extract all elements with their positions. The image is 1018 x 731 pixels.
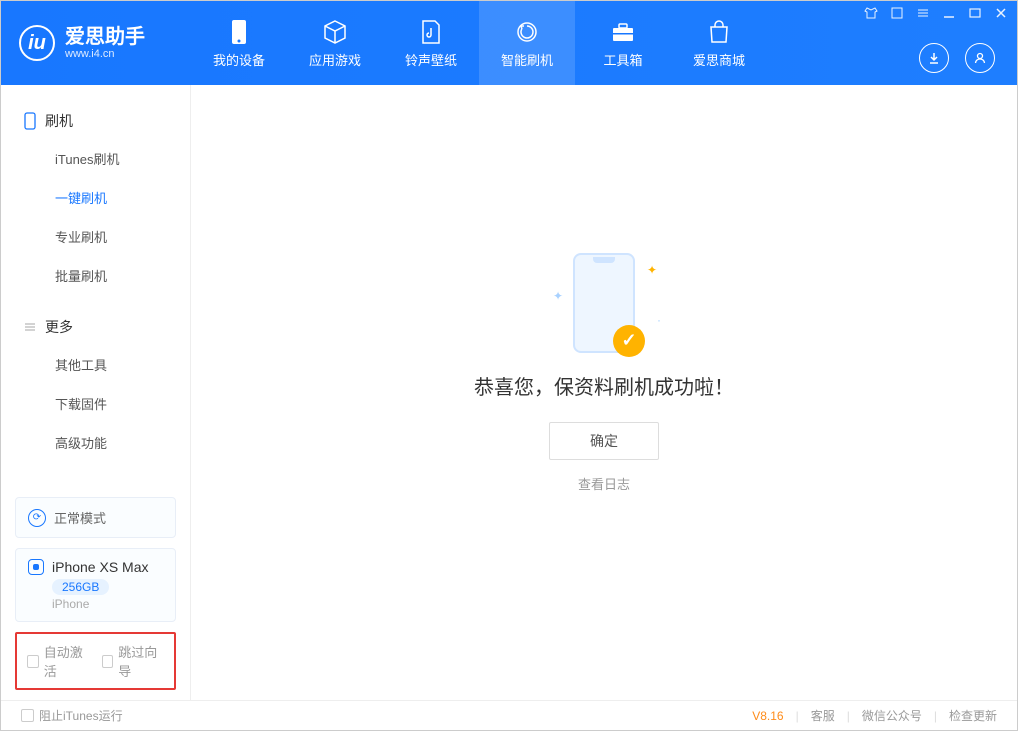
checkbox-icon xyxy=(102,655,114,668)
nav-store[interactable]: 爱思商城 xyxy=(671,1,767,85)
sidebar: 刷机 iTunes刷机 一键刷机 专业刷机 批量刷机 更多 其他工具 下载固件 … xyxy=(1,85,191,700)
separator: | xyxy=(934,709,937,723)
mode-label: 正常模式 xyxy=(54,508,106,527)
checkbox-icon xyxy=(27,655,39,668)
main-content: ✓ ✦ ✦ · 恭喜您，保资料刷机成功啦！ 确定 查看日志 xyxy=(191,85,1017,700)
version-label: V8.16 xyxy=(752,709,783,723)
logo-text: 爱思助手 www.i4.cn xyxy=(65,26,145,60)
list-icon[interactable] xyxy=(915,5,931,21)
sparkle-icon: · xyxy=(657,313,661,327)
checkbox-label: 阻止iTunes运行 xyxy=(39,707,123,724)
sparkle-icon: ✦ xyxy=(553,289,563,303)
flash-options-highlight: 自动激活 跳过向导 xyxy=(15,632,176,690)
music-file-icon xyxy=(417,18,445,46)
checkbox-auto-activate[interactable]: 自动激活 xyxy=(27,642,90,680)
download-icon[interactable] xyxy=(919,43,949,73)
sidebar-item-batch-flash[interactable]: 批量刷机 xyxy=(1,256,190,295)
mode-icon: ⟳ xyxy=(28,509,46,527)
device-info-box[interactable]: iPhone XS Max 256GB iPhone xyxy=(15,548,176,622)
nav-label: 爱思商城 xyxy=(693,50,745,69)
success-message: 恭喜您，保资料刷机成功啦！ xyxy=(474,371,734,400)
separator: | xyxy=(796,709,799,723)
minimize-button[interactable] xyxy=(941,5,957,21)
footer-right: V8.16 | 客服 | 微信公众号 | 检查更新 xyxy=(752,707,997,724)
app-subtitle: www.i4.cn xyxy=(65,48,145,60)
phone-icon xyxy=(225,18,253,46)
nav-label: 铃声壁纸 xyxy=(405,50,457,69)
nav-my-device[interactable]: 我的设备 xyxy=(191,1,287,85)
app-title: 爱思助手 xyxy=(65,26,145,48)
refresh-gear-icon xyxy=(513,18,541,46)
link-customer-service[interactable]: 客服 xyxy=(811,707,835,724)
checkbox-block-itunes[interactable]: 阻止iTunes运行 xyxy=(21,707,123,724)
phone-notch xyxy=(593,257,615,263)
app-header: iu 爱思助手 www.i4.cn 我的设备 应用游戏 铃声壁纸 智能刷机 工具… xyxy=(1,1,1017,85)
cube-icon xyxy=(321,18,349,46)
window-controls xyxy=(863,5,1009,21)
nav-label: 智能刷机 xyxy=(501,50,553,69)
shopping-bag-icon xyxy=(705,18,733,46)
nav-toolbox[interactable]: 工具箱 xyxy=(575,1,671,85)
briefcase-icon xyxy=(609,18,637,46)
link-wechat[interactable]: 微信公众号 xyxy=(862,707,922,724)
link-check-update[interactable]: 检查更新 xyxy=(949,707,997,724)
sidebar-group-more: 更多 xyxy=(1,309,190,345)
view-log-link[interactable]: 查看日志 xyxy=(578,474,630,493)
success-illustration: ✓ ✦ ✦ · xyxy=(573,253,635,353)
sidebar-group-flash: 刷机 xyxy=(1,103,190,139)
nav-ringtones-wallpapers[interactable]: 铃声壁纸 xyxy=(383,1,479,85)
nav-label: 应用游戏 xyxy=(309,50,361,69)
device-icon xyxy=(28,559,44,575)
group-title-label: 更多 xyxy=(45,317,73,337)
nav-label: 我的设备 xyxy=(213,50,265,69)
checkbox-label: 跳过向导 xyxy=(118,642,164,680)
checkbox-icon xyxy=(21,709,34,722)
maximize-button[interactable] xyxy=(967,5,983,21)
sidebar-scroll: 刷机 iTunes刷机 一键刷机 专业刷机 批量刷机 更多 其他工具 下载固件 … xyxy=(1,85,190,487)
check-badge-icon: ✓ xyxy=(613,325,645,357)
checkbox-label: 自动激活 xyxy=(44,642,90,680)
sidebar-item-download-firmware[interactable]: 下载固件 xyxy=(1,384,190,423)
nav-label: 工具箱 xyxy=(603,50,642,69)
user-icon[interactable] xyxy=(965,43,995,73)
group-title-label: 刷机 xyxy=(45,111,73,131)
checkbox-skip-guide[interactable]: 跳过向导 xyxy=(102,642,165,680)
sidebar-bottom: ⟳ 正常模式 iPhone XS Max 256GB iPhone 自动激活 跳 xyxy=(1,487,190,700)
sidebar-item-other-tools[interactable]: 其他工具 xyxy=(1,345,190,384)
confirm-button[interactable]: 确定 xyxy=(549,422,659,460)
device-storage: 256GB xyxy=(52,579,109,595)
sidebar-item-itunes-flash[interactable]: iTunes刷机 xyxy=(1,139,190,178)
phone-outline-icon xyxy=(23,112,37,130)
nav-apps-games[interactable]: 应用游戏 xyxy=(287,1,383,85)
nav-smart-flash[interactable]: 智能刷机 xyxy=(479,1,575,85)
menu-icon[interactable] xyxy=(889,5,905,21)
sparkle-icon: ✦ xyxy=(647,263,657,277)
sidebar-item-pro-flash[interactable]: 专业刷机 xyxy=(1,217,190,256)
status-bar: 阻止iTunes运行 V8.16 | 客服 | 微信公众号 | 检查更新 xyxy=(1,700,1017,730)
app-body: 刷机 iTunes刷机 一键刷机 专业刷机 批量刷机 更多 其他工具 下载固件 … xyxy=(1,85,1017,700)
sidebar-item-oneclick-flash[interactable]: 一键刷机 xyxy=(1,178,190,217)
shirt-icon[interactable] xyxy=(863,5,879,21)
header-actions xyxy=(919,43,995,73)
device-name: iPhone XS Max xyxy=(52,559,149,575)
top-nav: 我的设备 应用游戏 铃声壁纸 智能刷机 工具箱 爱思商城 xyxy=(191,1,767,85)
close-button[interactable] xyxy=(993,5,1009,21)
sidebar-item-advanced[interactable]: 高级功能 xyxy=(1,423,190,462)
mode-indicator[interactable]: ⟳ 正常模式 xyxy=(15,497,176,538)
logo-block[interactable]: iu 爱思助手 www.i4.cn xyxy=(1,25,191,61)
more-icon xyxy=(23,320,37,334)
device-type: iPhone xyxy=(52,597,163,611)
separator: | xyxy=(847,709,850,723)
logo-icon: iu xyxy=(19,25,55,61)
